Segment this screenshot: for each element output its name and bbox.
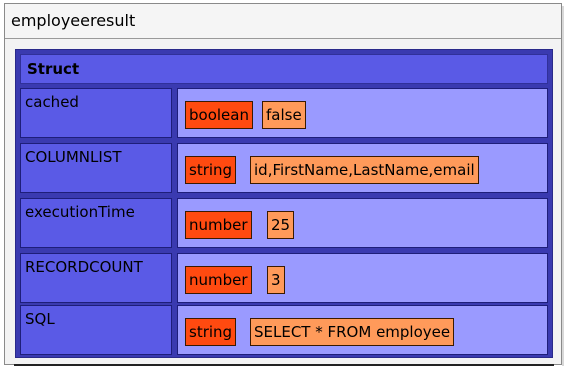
type-label: string (185, 156, 237, 184)
dump-window: employeeresult Struct cached boolean fal… (4, 3, 564, 366)
struct-dump-table: Struct cached boolean false COLUMNLIST s… (15, 49, 553, 358)
key-cell[interactable]: COLUMNLIST (20, 143, 172, 193)
struct-row-cached: cached boolean false (20, 88, 548, 138)
key-cell[interactable]: cached (20, 88, 172, 138)
type-label: string (185, 318, 237, 346)
type-label: number (185, 211, 252, 239)
key-cell[interactable]: RECORDCOUNT (20, 253, 172, 303)
value-cell: string id,FirstName,LastName,email (177, 143, 548, 193)
struct-row-executiontime: executionTime number 25 (20, 198, 548, 248)
value-cell: boolean false (177, 88, 548, 138)
value-label: false (262, 101, 306, 129)
key-cell[interactable]: executionTime (20, 198, 172, 248)
bottom-divider (14, 364, 554, 366)
value-label: id,FirstName,LastName,email (250, 156, 479, 184)
window-title: employeeresult (5, 4, 561, 39)
key-cell[interactable]: SQL (20, 305, 172, 355)
struct-row-sql: SQL string SELECT * FROM employee (20, 305, 548, 355)
value-cell: number 25 (177, 198, 548, 248)
struct-row-columnlist: COLUMNLIST string id,FirstName,LastName,… (20, 143, 548, 193)
type-label: boolean (185, 101, 253, 129)
value-cell: string SELECT * FROM employee (177, 305, 548, 355)
value-label: 3 (267, 266, 285, 294)
value-cell: number 3 (177, 253, 548, 303)
value-label: 25 (267, 211, 295, 239)
type-label: number (185, 266, 252, 294)
struct-row-recordcount: RECORDCOUNT number 3 (20, 253, 548, 303)
value-label: SELECT * FROM employee (250, 318, 455, 346)
struct-header[interactable]: Struct (20, 54, 548, 84)
